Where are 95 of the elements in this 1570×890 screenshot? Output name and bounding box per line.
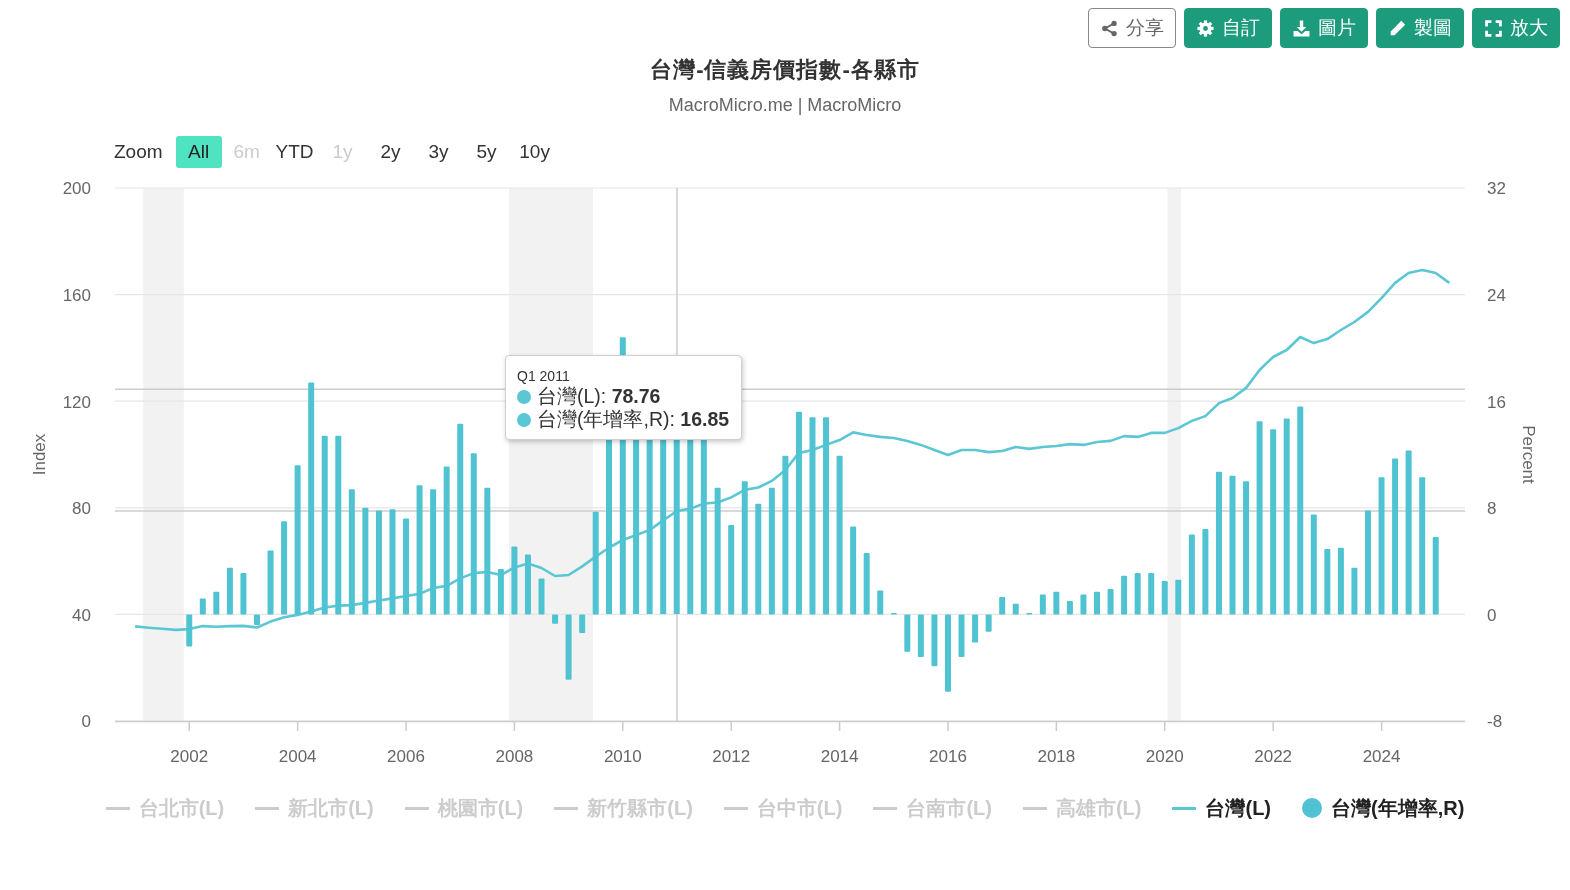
bar [254, 614, 260, 626]
bar [186, 614, 193, 647]
bar [1148, 573, 1155, 615]
axis-title: Index [30, 433, 50, 476]
y-axis-label: 40 [72, 605, 91, 625]
bar [1337, 547, 1344, 615]
range-button[interactable]: 2y [367, 136, 414, 168]
axis-title: Percent [1518, 425, 1538, 484]
x-axis-label: 2010 [603, 747, 642, 767]
bar [226, 567, 233, 615]
bar [1161, 581, 1168, 615]
download-icon [1293, 19, 1310, 37]
bar [999, 597, 1006, 615]
bar [199, 598, 206, 615]
zoom-label: Zoom [114, 141, 163, 163]
line-icon [873, 806, 898, 810]
pencil-icon [1389, 19, 1406, 37]
x-axis-label: 2016 [929, 747, 967, 767]
bar [538, 578, 545, 615]
x-axis-label: 2020 [1145, 747, 1184, 767]
y-axis-label: 200 [62, 179, 91, 199]
x-axis-label: 2002 [170, 747, 209, 767]
bar [213, 591, 220, 615]
y-axis-label: 24 [1487, 286, 1506, 306]
x-axis-label: 2004 [278, 747, 317, 767]
bar [1351, 567, 1358, 615]
bar [904, 614, 911, 652]
x-axis-label: 2024 [1362, 747, 1401, 767]
x-axis-label: 2006 [387, 747, 425, 767]
line-icon [723, 806, 748, 810]
y-axis-label: -8 [1487, 712, 1503, 732]
bar [267, 550, 274, 615]
x-axis-label: 2014 [820, 747, 859, 767]
line-icon [255, 806, 280, 810]
y-axis-label: 0 [1487, 605, 1497, 625]
legend-item[interactable]: 台灣(年增率,R) [1302, 794, 1465, 822]
customize-button[interactable]: 自訂 [1184, 8, 1272, 48]
draw-button[interactable]: 製圖 [1376, 8, 1464, 48]
gear-icon [1197, 19, 1214, 37]
y-axis-label: 32 [1487, 179, 1506, 199]
range-button[interactable]: All [175, 136, 222, 168]
image-button[interactable]: 圖片 [1280, 8, 1368, 48]
y-axis-label: 16 [1487, 392, 1506, 412]
bar [1053, 591, 1060, 615]
chart-title: 台灣-信義房價指數-各縣市 [650, 56, 920, 84]
range-button[interactable]: 5y [463, 136, 510, 168]
bar [1107, 589, 1114, 615]
x-axis-label: 2012 [712, 747, 751, 767]
fullscreen-button[interactable]: 放大 [1472, 8, 1560, 48]
expand-icon [1485, 19, 1502, 37]
bar [1175, 579, 1182, 615]
bar [1094, 591, 1100, 615]
bar [565, 614, 572, 680]
line-icon [105, 806, 130, 810]
x-axis-label: 2008 [495, 747, 534, 767]
bar [1324, 549, 1331, 615]
line-icon [554, 806, 579, 810]
bar [1039, 594, 1046, 615]
range-button[interactable]: YTD [271, 136, 318, 168]
bar [863, 553, 870, 615]
bar [877, 590, 884, 615]
x-axis-label: 2018 [1037, 747, 1076, 767]
bar [1121, 575, 1128, 615]
bar [240, 573, 247, 615]
bar [1134, 573, 1141, 615]
line-icon [1022, 806, 1047, 810]
tooltip-text: 台灣(年增率,R): 16.85 [537, 408, 730, 431]
x-axis-label: 2022 [1254, 747, 1293, 767]
range-button[interactable]: 3y [415, 136, 462, 168]
tooltip-text: 台灣(L): 78.76 [537, 385, 661, 408]
bar [552, 614, 559, 624]
bar [931, 614, 938, 667]
share-icon [1101, 19, 1118, 37]
bar [958, 614, 965, 658]
bar [972, 614, 979, 643]
y-axis-label: 120 [62, 392, 91, 412]
bar [1066, 601, 1073, 615]
bar [497, 569, 504, 615]
line-icon [404, 806, 429, 810]
share-button[interactable]: 分享 [1088, 8, 1176, 48]
y-axis-label: 0 [81, 712, 91, 732]
y-axis-label: 160 [62, 286, 91, 306]
y-axis-label: 80 [72, 499, 91, 519]
bar [917, 614, 924, 658]
chart-subtitle: MacroMicro.me | MacroMicro [668, 94, 902, 116]
bar [1080, 594, 1087, 615]
bar [524, 554, 531, 615]
y-axis-label: 8 [1487, 499, 1497, 519]
bar [985, 614, 992, 632]
tooltip-title: Q1 2011 [517, 367, 570, 385]
bar [579, 614, 586, 634]
bar [511, 546, 518, 615]
bar [1012, 603, 1019, 615]
legend-item[interactable]: 台灣(L) [1172, 794, 1271, 822]
range-button[interactable]: 10y [511, 136, 558, 168]
